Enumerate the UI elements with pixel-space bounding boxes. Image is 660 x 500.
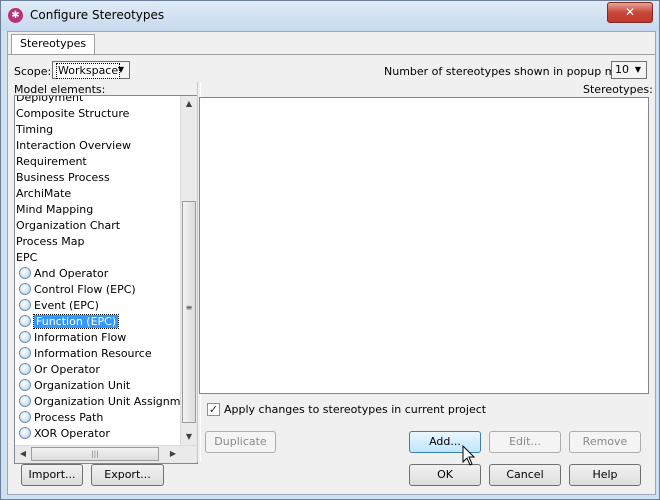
list-item[interactable]: Deployment	[16, 95, 84, 106]
list-item[interactable]: Function (EPC)	[19, 314, 120, 330]
list-item[interactable]: EPC	[16, 250, 37, 266]
tab-strip: Stereotypes	[8, 32, 655, 55]
model-element-icon	[19, 267, 31, 279]
stereotypes-list[interactable]	[199, 97, 649, 394]
list-item-label: Deployment	[16, 95, 84, 104]
tab-stereotypes[interactable]: Stereotypes	[11, 34, 96, 54]
help-button[interactable]: Help	[569, 464, 641, 486]
list-item-label: Composite Structure	[16, 107, 130, 120]
model-element-icon	[19, 411, 31, 423]
list-item-label: Event (EPC)	[34, 299, 99, 312]
model-element-icon	[19, 331, 31, 343]
list-item-label: Organization Unit	[34, 379, 131, 392]
list-item-label: Requirement	[16, 155, 87, 168]
list-item[interactable]: Process Map	[16, 234, 84, 250]
list-item[interactable]: Interaction Overview	[16, 138, 131, 154]
mouse-cursor-icon	[462, 445, 476, 466]
list-item-label: ArchiMate	[16, 187, 72, 200]
list-item[interactable]: ArchiMate	[16, 186, 71, 202]
apply-changes-checkbox[interactable]: ✓	[207, 403, 220, 416]
scroll-left-icon[interactable]: ◀	[15, 446, 31, 462]
list-item-label: Interaction Overview	[16, 139, 131, 152]
list-item-label: Or Operator	[34, 363, 100, 376]
list-item-label: Control Flow (EPC)	[34, 283, 136, 296]
chevron-down-icon: ▼	[117, 65, 125, 74]
stereotypes-label: Stereotypes:	[583, 83, 653, 96]
ok-button[interactable]: OK	[409, 464, 481, 486]
vertical-scrollbar[interactable]: ▲ ≡ ▼	[180, 96, 197, 445]
configure-stereotypes-window: ✱ Configure Stereotypes ✕ Stereotypes Sc…	[0, 0, 660, 500]
list-item[interactable]: Event (EPC)	[19, 298, 99, 314]
list-item-label: Function (EPC)	[32, 314, 120, 329]
model-elements-list[interactable]: Deployment Composite Structure Timing Inter…	[14, 95, 198, 464]
remove-button[interactable]: Remove	[569, 431, 641, 453]
export-button[interactable]: Export...	[91, 464, 164, 486]
vp-logo-icon: ✱	[8, 8, 23, 23]
list-item[interactable]: Information Flow	[19, 330, 126, 346]
list-item-label: Process Path	[34, 411, 104, 424]
list-item[interactable]: Organization Unit	[19, 378, 130, 394]
edit-button[interactable]: Edit...	[489, 431, 561, 453]
model-element-icon	[19, 379, 31, 391]
apply-changes-label[interactable]: Apply changes to stereotypes in current …	[224, 403, 486, 416]
import-button[interactable]: Import...	[21, 464, 83, 486]
dialog-client-area: Stereotypes Scope: Workspace ▼ Number of…	[7, 31, 656, 495]
list-item-label: And Operator	[34, 267, 109, 280]
close-button[interactable]: ✕	[607, 2, 653, 23]
title-bar[interactable]: ✱ Configure Stereotypes ✕	[1, 1, 659, 31]
list-item-label: Process Map	[16, 235, 85, 248]
scope-value: Workspace	[56, 63, 121, 79]
popup-count-combo[interactable]: 10 ▼	[611, 61, 647, 79]
list-item[interactable]: Business Process	[16, 170, 110, 186]
model-element-icon	[19, 347, 31, 359]
list-item[interactable]: Requirement	[16, 154, 87, 170]
list-item-label: Information Resource	[34, 347, 152, 360]
list-item-label: EPC	[16, 251, 38, 264]
model-element-icon	[19, 299, 31, 311]
list-item[interactable]: Mind Mapping	[16, 202, 93, 218]
list-item-label: Organization Chart	[16, 219, 121, 232]
model-element-icon	[19, 395, 31, 407]
window-title: Configure Stereotypes	[30, 8, 165, 22]
cancel-button[interactable]: Cancel	[489, 464, 561, 486]
list-item[interactable]: Composite Structure	[16, 106, 129, 122]
list-item[interactable]: Process Path	[19, 410, 103, 426]
scroll-up-icon[interactable]: ▲	[181, 96, 197, 112]
scope-label: Scope:	[14, 65, 52, 78]
list-item[interactable]: Organization Chart	[16, 218, 120, 234]
model-element-icon	[19, 315, 31, 327]
duplicate-button[interactable]: Duplicate	[205, 431, 276, 453]
list-item-label: Timing	[16, 123, 54, 136]
list-item-label: XOR Operator	[34, 427, 110, 440]
scroll-right-icon[interactable]: ▶	[165, 446, 181, 462]
list-item[interactable]: Organization Unit Assignment	[19, 394, 198, 410]
scope-combo[interactable]: Workspace ▼	[52, 61, 130, 79]
list-item[interactable]: Timing	[16, 122, 53, 138]
list-item-label: Organization Unit Assignment	[34, 395, 198, 408]
model-element-icon	[19, 283, 31, 295]
list-item[interactable]: Information Resource	[19, 346, 152, 362]
list-item[interactable]: Control Flow (EPC)	[19, 282, 136, 298]
list-item-label: Mind Mapping	[16, 203, 94, 216]
chevron-down-icon: ▼	[634, 65, 642, 74]
popup-count-value: 10	[615, 63, 629, 76]
list-item-label: Information Flow	[34, 331, 127, 344]
list-item[interactable]: XOR Operator	[19, 426, 110, 442]
list-item[interactable]: And Operator	[19, 266, 108, 282]
horizontal-scroll-thumb[interactable]: |||	[31, 447, 159, 461]
grip-icon: ≡	[185, 303, 193, 312]
list-item[interactable]: Or Operator	[19, 362, 100, 378]
model-element-icon	[19, 427, 31, 439]
horizontal-scrollbar[interactable]: ◀ ||| ▶	[15, 445, 197, 463]
model-element-icon	[19, 363, 31, 375]
list-item-label: Business Process	[16, 171, 110, 184]
scroll-down-icon[interactable]: ▼	[181, 429, 197, 445]
popup-count-label: Number of stereotypes shown in popup men…	[384, 65, 640, 78]
